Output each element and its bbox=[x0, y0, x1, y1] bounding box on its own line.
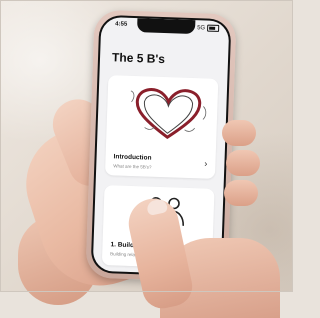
left-finger bbox=[224, 180, 258, 206]
battery-icon bbox=[207, 24, 220, 32]
page-title: The 5 B's bbox=[111, 50, 166, 67]
status-bar: 4:55 5G bbox=[115, 21, 220, 35]
status-time: 4:55 bbox=[115, 21, 128, 28]
status-right: 5G bbox=[197, 24, 220, 32]
network-label: 5G bbox=[197, 24, 206, 31]
left-finger bbox=[222, 120, 256, 146]
card-introduction[interactable]: Introduction What are the 5B's? › bbox=[104, 75, 219, 179]
card-intro-title: Introduction bbox=[113, 153, 152, 162]
chevron-right-icon: › bbox=[204, 158, 208, 169]
card-intro-subtitle: What are the 5B's? bbox=[113, 163, 152, 170]
left-finger bbox=[226, 150, 260, 176]
card-build-title: 1. Build bbox=[110, 241, 135, 250]
heart-illustration-icon bbox=[130, 88, 207, 140]
